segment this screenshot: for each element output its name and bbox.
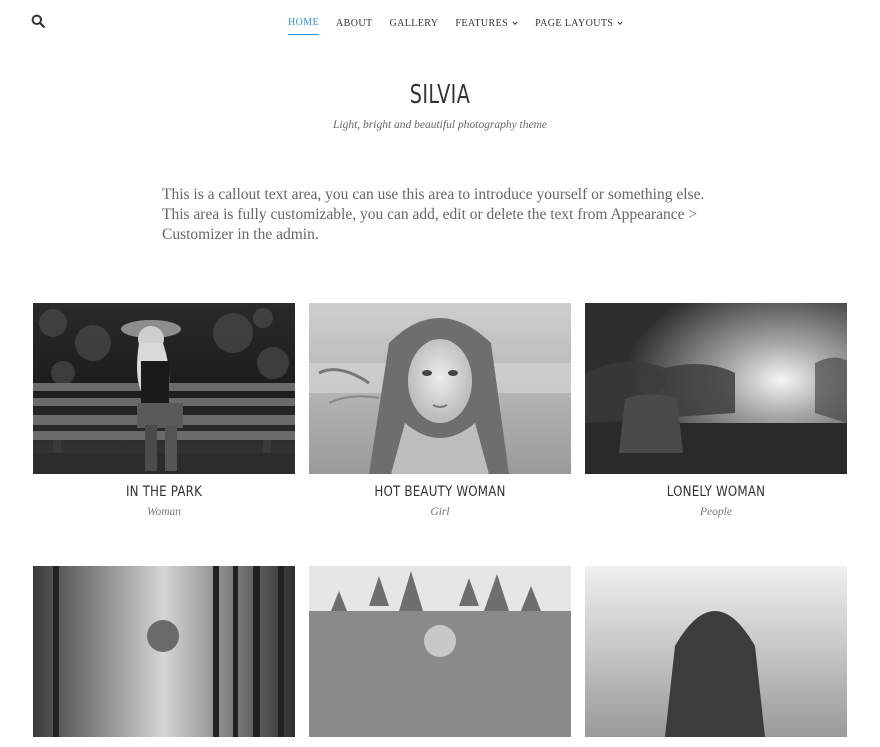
nav-item-page-layouts[interactable]: PAGE LAYOUTS [535,17,623,35]
card-category[interactable]: People [585,506,847,518]
card-title[interactable]: LONELY WOMAN [609,484,824,500]
chevron-down-icon [512,21,518,25]
main-nav: HOME ABOUT GALLERY FEATURES PAGE LAYOUTS [288,17,640,35]
nav-item-label: ABOUT [336,17,373,29]
card-title[interactable]: IN THE PARK [57,484,272,500]
photo-thumbnail[interactable] [309,566,571,737]
callout-text: This is a callout text area, you can use… [162,186,705,243]
nav-item-about[interactable]: ABOUT [336,17,372,35]
chevron-down-icon [617,21,623,25]
nav-item-label: FEATURES [455,17,509,29]
gallery-card[interactable] [33,566,295,747]
gallery-card[interactable]: IN THE PARK Woman [33,303,295,518]
nav-item-home[interactable]: HOME [288,17,320,35]
gallery-card[interactable]: HOT BEAUTY WOMAN Girl [309,303,571,518]
photo-thumbnail[interactable] [309,303,571,474]
nav-item-gallery[interactable]: GALLERY [390,17,439,35]
search-icon[interactable] [31,14,47,30]
photo-thumbnail[interactable] [33,303,295,474]
gallery-card[interactable] [309,566,571,747]
photo-thumbnail[interactable] [33,566,295,737]
photo-thumbnail[interactable] [585,566,847,737]
gallery-card[interactable]: LONELY WOMAN People [585,303,847,518]
site-tagline: Light, bright and beautiful photography … [332,119,548,131]
card-category[interactable]: Girl [309,506,571,518]
site-header: HOME ABOUT GALLERY FEATURES PAGE LAYOUTS [0,0,880,48]
photo-thumbnail[interactable] [585,303,847,474]
nav-item-features[interactable]: FEATURES [455,17,518,35]
nav-item-label: GALLERY [389,17,439,29]
nav-item-label: PAGE LAYOUTS [535,17,614,29]
card-title[interactable]: HOT BEAUTY WOMAN [333,484,548,500]
nav-item-label: HOME [288,17,320,28]
gallery-card[interactable] [585,566,847,747]
site-title[interactable]: SILVIA [79,80,801,110]
card-category[interactable]: Woman [33,506,295,518]
